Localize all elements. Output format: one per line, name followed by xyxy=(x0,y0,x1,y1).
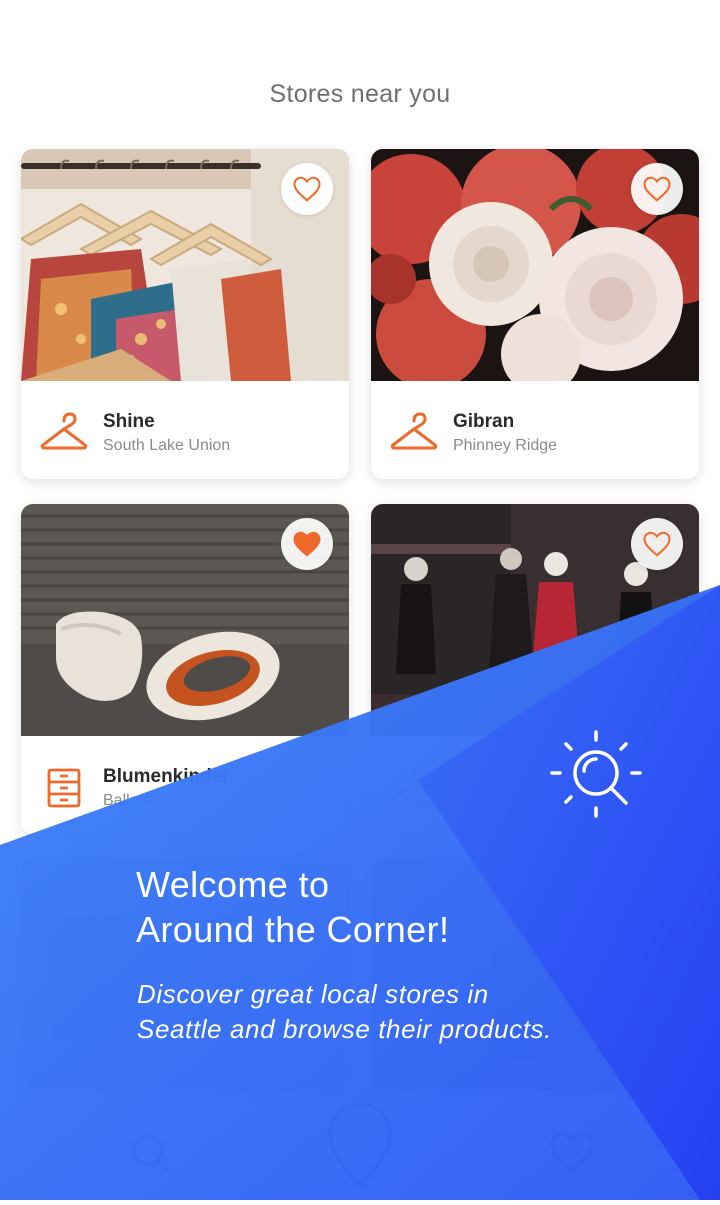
onboarding-title-line-2: Around the Corner! xyxy=(136,909,450,950)
onboarding-title: Welcome to Around the Corner! xyxy=(136,862,596,952)
search-icon xyxy=(550,730,642,818)
onboarding-tagline: Discover great local stores in Seattle a… xyxy=(137,979,552,1044)
onboarding-title-line-1: Welcome to xyxy=(136,864,330,905)
